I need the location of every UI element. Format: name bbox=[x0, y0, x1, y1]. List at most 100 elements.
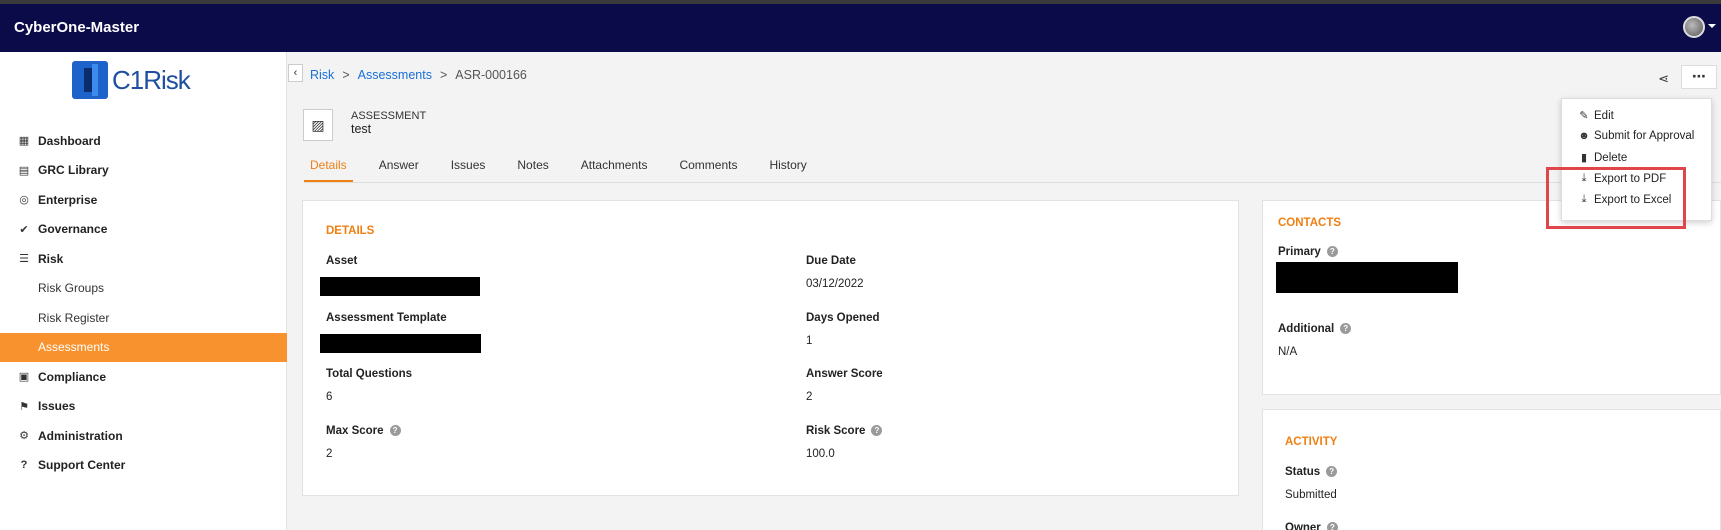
owner-label: Owner? bbox=[1285, 522, 1338, 530]
days-opened-value: 1 bbox=[806, 335, 813, 347]
logo[interactable]: C1Risk bbox=[72, 60, 191, 100]
activity-card: ACTIVITY Status? Submitted Owner? bbox=[1262, 409, 1721, 530]
sidebar-item-label: Enterprise bbox=[38, 192, 98, 207]
answer-score-value: 2 bbox=[806, 391, 813, 403]
primary-contact-redacted bbox=[1276, 262, 1458, 293]
sidebar-item-assessments[interactable]: Assessments bbox=[0, 332, 287, 362]
risk-score-label: Risk Score? bbox=[806, 425, 883, 437]
help-icon[interactable]: ? bbox=[389, 425, 401, 437]
sidebar-item-issues[interactable]: ⚑ Issues bbox=[0, 392, 287, 422]
sidebar-item-compliance[interactable]: ▣ Compliance bbox=[0, 362, 287, 392]
double-check-icon: ✔ bbox=[19, 223, 29, 236]
help-icon[interactable]: ? bbox=[871, 425, 883, 437]
help-icon[interactable]: ? bbox=[1326, 522, 1338, 530]
status-label: Status? bbox=[1285, 466, 1338, 478]
sidebar-item-grc-library[interactable]: ▤ GRC Library bbox=[0, 156, 287, 186]
days-opened-label: Days Opened bbox=[806, 312, 880, 324]
details-title: DETAILS bbox=[326, 225, 375, 237]
answer-score-label: Answer Score bbox=[806, 368, 883, 380]
logo-text: C1Risk bbox=[112, 64, 191, 95]
additional-label-text: Additional bbox=[1278, 323, 1335, 335]
contacts-title: CONTACTS bbox=[1278, 217, 1342, 229]
c1risk-logo-icon bbox=[72, 61, 108, 99]
dashboard-icon: ▦ bbox=[18, 135, 30, 148]
total-questions-label: Total Questions bbox=[326, 368, 413, 380]
record-type: ASSESSMENT bbox=[351, 110, 427, 122]
status-label-text: Status bbox=[1285, 466, 1321, 478]
export-options-highlight bbox=[1546, 167, 1686, 229]
sidebar-item-dashboard[interactable]: ▦ Dashboard bbox=[0, 126, 287, 156]
breadcrumb-assessments[interactable]: Assessments bbox=[358, 68, 432, 82]
breadcrumb-separator: > bbox=[342, 68, 350, 82]
sidebar-item-governance[interactable]: ✔ Governance bbox=[0, 215, 287, 245]
sidebar-item-risk[interactable]: ☰ Risk bbox=[0, 244, 287, 274]
tab-attachments[interactable]: Attachments bbox=[575, 152, 654, 182]
sidebar-item-enterprise[interactable]: ◎ Enterprise bbox=[0, 185, 287, 215]
assessment-template-label: Assessment Template bbox=[326, 312, 447, 324]
globe-icon: ◎ bbox=[19, 194, 29, 207]
sidebar-item-label: Support Center bbox=[38, 458, 126, 473]
menu-item-delete[interactable]: ▮ Delete bbox=[1578, 151, 1628, 165]
help-icon[interactable]: ? bbox=[1340, 323, 1352, 335]
sidebar-item-risk-register[interactable]: Risk Register bbox=[0, 303, 287, 333]
tab-notes[interactable]: Notes bbox=[511, 152, 554, 182]
contacts-card: CONTACTS Primary? Additional? N/A bbox=[1262, 200, 1721, 395]
flag-icon: ⚑ bbox=[19, 400, 29, 413]
main-content: ‹ Risk > Assessments > ASR-000166 ⋖ ⋯ ▨ ASSE… bbox=[288, 52, 1721, 530]
sidebar-item-label: Governance bbox=[38, 222, 108, 237]
menu-item-label: Delete bbox=[1594, 151, 1628, 164]
user-avatar[interactable] bbox=[1683, 16, 1705, 38]
top-bar: CyberOne-Master bbox=[0, 0, 1721, 52]
gear-icon: ⚙ bbox=[19, 430, 29, 443]
tab-divider bbox=[304, 182, 1721, 183]
breadcrumb-risk[interactable]: Risk bbox=[310, 68, 334, 82]
more-actions-button[interactable]: ⋯ bbox=[1681, 65, 1717, 89]
tab-details[interactable]: Details bbox=[304, 152, 353, 182]
additional-label: Additional? bbox=[1278, 323, 1352, 335]
sidebar-item-label: Administration bbox=[38, 428, 123, 443]
max-score-label: Max Score? bbox=[326, 425, 401, 437]
sidebar-item-administration[interactable]: ⚙ Administration bbox=[0, 421, 287, 451]
due-date-value: 03/12/2022 bbox=[806, 278, 864, 290]
menu-item-submit-for-approval[interactable]: ☻ Submit for Approval bbox=[1578, 130, 1694, 142]
sidebar-item-support-center[interactable]: ? Support Center bbox=[0, 451, 287, 481]
tab-history[interactable]: History bbox=[763, 152, 812, 182]
owner-label-text: Owner bbox=[1285, 522, 1321, 530]
sidebar-item-risk-groups[interactable]: Risk Groups bbox=[0, 274, 287, 304]
primary-label: Primary? bbox=[1278, 246, 1338, 258]
sidebar-item-label: GRC Library bbox=[38, 163, 109, 178]
menu-item-edit[interactable]: ✎ Edit bbox=[1578, 109, 1613, 123]
help-icon[interactable]: ? bbox=[1326, 246, 1338, 258]
chevron-down-icon[interactable] bbox=[1708, 24, 1716, 28]
sidebar-item-label: Risk Groups bbox=[38, 281, 105, 296]
sidebar: C1Risk ▦ Dashboard ▤ GRC Library ◎ Enter… bbox=[0, 52, 287, 530]
assessment-icon: ▨ bbox=[303, 109, 333, 141]
tab-issues[interactable]: Issues bbox=[445, 152, 492, 182]
record-name: test bbox=[351, 122, 372, 136]
help-icon[interactable]: ? bbox=[1326, 466, 1338, 478]
additional-value: N/A bbox=[1278, 346, 1298, 358]
menu-item-label: Submit for Approval bbox=[1594, 130, 1695, 142]
app-name[interactable]: CyberOne-Master bbox=[14, 19, 139, 36]
sidebar-item-label: Issues bbox=[38, 399, 76, 414]
sidebar-item-label: Assessments bbox=[38, 340, 110, 355]
asset-label: Asset bbox=[326, 255, 358, 267]
share-icon[interactable]: ⋖ bbox=[1658, 71, 1669, 87]
sidebar-item-label: Compliance bbox=[38, 369, 107, 384]
breadcrumb-current: ASR-000166 bbox=[455, 68, 527, 82]
tab-answer[interactable]: Answer bbox=[373, 152, 425, 182]
due-date-label: Due Date bbox=[806, 255, 856, 267]
breadcrumb-separator: > bbox=[439, 68, 448, 82]
back-chevron-icon[interactable]: ‹ bbox=[288, 64, 303, 82]
tab-bar: Details Answer Issues Notes Attachments … bbox=[304, 152, 833, 184]
status-value: Submitted bbox=[1285, 489, 1337, 501]
sidebar-item-label: Risk bbox=[38, 251, 64, 266]
activity-title: ACTIVITY bbox=[1285, 436, 1338, 448]
assessment-template-value-redacted bbox=[320, 334, 481, 353]
asset-value-redacted bbox=[320, 277, 480, 296]
trash-icon: ▮ bbox=[1580, 152, 1588, 164]
clipboard-check-icon: ▣ bbox=[18, 371, 30, 384]
tab-comments[interactable]: Comments bbox=[673, 152, 743, 182]
users-icon: ☻ bbox=[1578, 130, 1590, 142]
max-score-label-text: Max Score bbox=[326, 425, 384, 437]
